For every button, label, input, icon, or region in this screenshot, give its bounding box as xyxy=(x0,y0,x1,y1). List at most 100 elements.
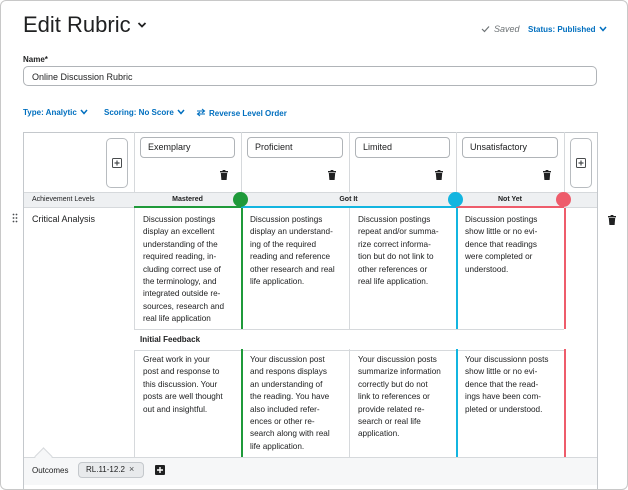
reverse-level-order-button[interactable]: Reverse Level Order xyxy=(196,108,287,118)
cell-text-line: sources, research and xyxy=(143,301,225,311)
cell-text-line: Discussion postings xyxy=(358,215,431,224)
cell-text-line: search or real life xyxy=(358,417,421,427)
cell-text-line: the terminology, and xyxy=(143,277,217,287)
name-input[interactable]: Online Discussion Rubric xyxy=(23,66,597,86)
cell-text-line: an understanding of xyxy=(250,379,323,389)
column-divider xyxy=(134,132,135,192)
trash-icon[interactable] xyxy=(435,170,443,180)
cell-text-line: understood. xyxy=(465,264,509,274)
cell-text-line: posts are well thought xyxy=(143,392,223,402)
chevron-down-icon xyxy=(177,109,185,115)
scoring-label: Scoring: No Score xyxy=(104,108,174,117)
trash-icon[interactable] xyxy=(220,170,228,180)
cell-text-line: display an excellent xyxy=(143,227,215,237)
cell-text-line: correctly but do not xyxy=(358,379,428,389)
cell-text-line: Your discussionn posts xyxy=(465,355,549,364)
column-divider xyxy=(349,132,350,192)
cell-text-line: Discussion postings xyxy=(465,215,538,224)
check-icon xyxy=(481,26,490,33)
column-divider xyxy=(241,132,242,192)
not-yet-boundary-line xyxy=(564,349,566,457)
cell-text-line: required reading, in- xyxy=(143,252,217,262)
cell-text-line: ing of the required xyxy=(250,239,316,249)
cell-text-line: post and response to xyxy=(143,367,220,377)
saved-indicator: Saved xyxy=(481,24,520,34)
feedback-cell[interactable]: Your discussionn posts show little or no … xyxy=(465,354,548,416)
outcome-chip-label: RL.11-12.2 xyxy=(86,465,125,474)
got-it-threshold-handle[interactable] xyxy=(448,192,463,207)
cell-text-line: repeat and/or summa- xyxy=(358,227,439,237)
add-level-left-button[interactable] xyxy=(106,138,128,188)
type-label: Type: Analytic xyxy=(23,108,77,117)
got-it-boundary-line xyxy=(456,349,458,457)
level-name-input[interactable]: Unsatisfactory xyxy=(462,137,558,158)
trash-icon[interactable] xyxy=(543,170,551,180)
cell-text-line: cluding correct use of xyxy=(143,264,221,274)
cell-text-line: show little or no evi- xyxy=(465,367,538,377)
level-name-input[interactable]: Limited xyxy=(355,137,450,158)
criterion-description-cell[interactable]: Discussion postings repeat and/or summa-r… xyxy=(358,214,439,288)
feedback-cell[interactable]: Great work in your post and response to th… xyxy=(143,354,223,416)
cell-text-line: life application. xyxy=(250,277,305,287)
scoring-dropdown[interactable]: Scoring: No Score xyxy=(104,108,185,117)
cell-text-line: out and insightful. xyxy=(143,404,208,414)
cell-text-line: ences or other re- xyxy=(250,417,315,427)
add-outcome-button[interactable] xyxy=(155,465,165,475)
plus-icon xyxy=(112,158,122,168)
cell-text-line: life application. xyxy=(250,441,305,451)
cell-text-line: reading and reference xyxy=(250,252,331,262)
cell-text-line: tion but do not link to xyxy=(358,252,434,262)
column-divider xyxy=(456,132,457,192)
page-title: Edit Rubric xyxy=(23,12,131,37)
mastered-underline xyxy=(134,206,241,208)
criterion-description-cell[interactable]: Discussion postings display an understand… xyxy=(250,214,335,288)
cell-text-line: this discussion. Your xyxy=(143,379,218,389)
close-icon[interactable]: × xyxy=(129,464,134,474)
cell-text-line: and respons displays xyxy=(250,367,327,377)
add-level-right-button[interactable] xyxy=(570,138,592,188)
outcomes-label: Outcomes xyxy=(32,466,69,475)
cell-text-line: Your discussion posts xyxy=(358,355,437,364)
cell-text-line: provide related re- xyxy=(358,404,425,414)
cell-text-line: dence that readings xyxy=(465,239,537,249)
achievement-levels-label: Achievement Levels xyxy=(32,196,95,203)
criterion-description-cell[interactable]: Discussion postings display an excellent u… xyxy=(143,214,224,326)
cell-text-line: other research and real xyxy=(250,264,335,274)
not-yet-threshold-handle[interactable] xyxy=(556,192,571,207)
cell-text-line: real life application xyxy=(143,314,211,324)
cell-text-line: understanding of the xyxy=(143,239,218,249)
cell-text-line: were completed or xyxy=(465,252,533,262)
cell-text-line: application. xyxy=(358,429,400,439)
criterion-name[interactable]: Critical Analysis xyxy=(32,214,95,224)
cell-text-line: other references or xyxy=(358,264,428,274)
not-yet-boundary-line xyxy=(564,208,566,329)
mastered-threshold-handle[interactable] xyxy=(233,192,248,207)
type-dropdown[interactable]: Type: Analytic xyxy=(23,108,88,117)
cell-text-line: link to references or xyxy=(358,392,430,402)
criterion-description-cell[interactable]: Discussion postings show little or no evi… xyxy=(465,214,537,276)
cell-text-line: dence that the read- xyxy=(465,379,539,389)
chevron-down-icon xyxy=(598,26,607,32)
cell-text-line: summarize information xyxy=(358,367,441,377)
cell-text-line: Great work in your xyxy=(143,355,210,364)
cell-text-line: rize correct informa- xyxy=(358,239,431,249)
mastered-boundary-line xyxy=(241,208,243,329)
swap-arrows-icon xyxy=(196,108,206,117)
chevron-down-icon[interactable] xyxy=(137,20,147,30)
feedback-cell[interactable]: Your discussion posts summarize informati… xyxy=(358,354,441,441)
cell-text-line: Your discussion post xyxy=(250,355,325,364)
trash-icon[interactable] xyxy=(608,215,616,225)
got-it-boundary-line xyxy=(456,208,458,329)
level-name-input[interactable]: Exemplary xyxy=(140,137,235,158)
feedback-cell[interactable]: Your discussion post and respons displays… xyxy=(250,354,330,453)
cell-text-line: search along with real xyxy=(250,429,330,439)
column-divider xyxy=(349,208,350,329)
cell-text-line: show little or no evi- xyxy=(465,227,538,237)
level-name-input[interactable]: Proficient xyxy=(247,137,343,158)
trash-icon[interactable] xyxy=(328,170,336,180)
plus-icon xyxy=(157,467,163,473)
drag-handle-icon[interactable] xyxy=(12,213,18,223)
name-label: Name* xyxy=(23,55,48,64)
column-divider xyxy=(564,132,565,192)
status-dropdown[interactable]: Status: Published xyxy=(528,25,607,34)
